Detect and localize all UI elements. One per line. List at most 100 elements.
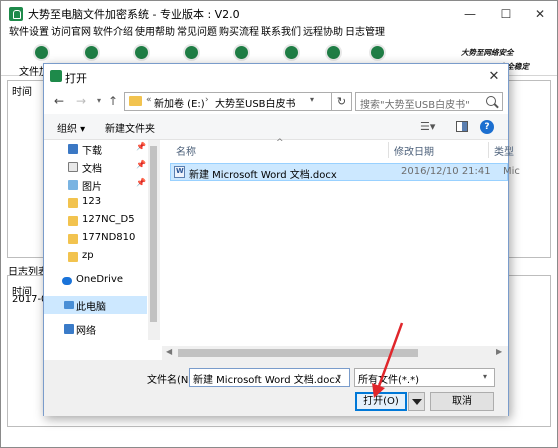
search-input[interactable]: 搜索"大势至USB白皮书" (355, 92, 503, 111)
column-header-type[interactable]: 类型 (494, 143, 514, 158)
back-arrow-icon[interactable]: ← (50, 92, 68, 110)
preview-pane-icon[interactable] (456, 121, 468, 132)
help-icon[interactable]: ? (480, 120, 494, 134)
computer-icon (64, 301, 74, 309)
tool-icon (233, 44, 250, 61)
dialog-command-bar: 组织 ▾ 新建文件夹 ☰▾ ? (44, 114, 508, 140)
filetype-chevron-icon[interactable]: ▾ (483, 372, 487, 381)
open-button[interactable]: 打开(O) (355, 392, 407, 411)
filename-history-chevron-icon[interactable]: ▾ (337, 372, 341, 381)
tool-icon (183, 44, 200, 61)
scroll-left-icon[interactable]: ◀ (166, 347, 172, 356)
pictures-icon (68, 180, 78, 190)
menubar: 软件设置 访问官网 软件介绍 使用帮助 常见问题 购买流程 联系我们 远程协助 … (1, 26, 557, 42)
dialog-footer: 文件名(N): 新建 Microsoft Word 文档.docx ▾ 所有文件… (44, 360, 508, 416)
nav-item-onedrive[interactable]: OneDrive (44, 272, 147, 290)
breadcrumb-overflow-icon[interactable]: « (146, 95, 152, 105)
file-list-horizontal-scrollbar[interactable]: ◀ ▶ (162, 346, 508, 360)
pin-icon[interactable]: 📌 (136, 178, 146, 187)
column-header-name[interactable]: 名称 (176, 143, 196, 158)
folder-icon (68, 198, 78, 208)
nav-item-label: zp (82, 250, 94, 261)
menu-help[interactable]: 使用帮助 (135, 26, 175, 40)
menu-purchase[interactable]: 购买流程 (219, 26, 259, 40)
cancel-button[interactable]: 取消 (430, 392, 494, 411)
nav-item-pictures[interactable]: 图片 📌 (44, 176, 147, 194)
folder-icon (68, 234, 78, 244)
nav-item-downloads[interactable]: 下载 📌 (44, 140, 147, 158)
maximize-icon[interactable]: ☐ (489, 1, 523, 27)
network-icon (64, 324, 74, 334)
forward-arrow-icon[interactable]: → (72, 92, 90, 110)
minimize-icon[interactable]: — (453, 1, 487, 27)
nav-item-folder-zp[interactable]: zp (44, 248, 147, 266)
nav-item-label: 123 (82, 196, 102, 207)
new-folder-button[interactable]: 新建文件夹 (105, 120, 155, 135)
breadcrumb-drive[interactable]: 新加卷 (E:) (154, 95, 205, 110)
refresh-icon[interactable]: ↻ (332, 92, 352, 111)
menu-faq[interactable]: 常见问题 (177, 26, 217, 40)
dialog-title: 打开 (65, 72, 87, 85)
filename-input[interactable]: 新建 Microsoft Word 文档.docx ▾ (189, 368, 350, 387)
dialog-navbar: ← → ▾ ↑ « 新加卷 (E:) › 大势至USB白皮书 ▾ ↻ 搜索"大势… (44, 90, 508, 114)
scroll-right-icon[interactable]: ▶ (496, 347, 502, 356)
tool-icon (83, 44, 100, 61)
nav-item-label: 177ND810 (82, 232, 136, 243)
menu-log-manage[interactable]: 日志管理 (345, 26, 385, 40)
navigation-pane-scroll-thumb[interactable] (150, 146, 157, 322)
change-view-icon[interactable]: ☰▾ (420, 120, 440, 134)
tool-icon (325, 44, 342, 61)
nav-item-folder-123[interactable]: 123 (44, 194, 147, 212)
breadcrumb-separator-icon[interactable]: › (205, 95, 209, 105)
nav-item-folder-127nc[interactable]: 127NC_D5 (44, 212, 147, 230)
cloud-icon (62, 277, 72, 285)
dialog-close-icon[interactable]: ✕ (484, 68, 504, 86)
dialog-app-icon (50, 70, 62, 82)
menu-remote-assist[interactable]: 远程协助 (303, 26, 343, 40)
file-name: 新建 Microsoft Word 文档.docx (189, 170, 337, 181)
file-type: Mic (503, 166, 520, 177)
file-list: 名称 ^ 修改日期 类型 新建 Microsoft Word 文档.docx 2… (162, 138, 520, 360)
app-titlebar: 大势至电脑文件加密系统 - 专业版本 : V2.0 — ☐ ✕ (1, 1, 557, 27)
navigation-pane: 下载 📌 文档 📌 图片 📌 123 127NC_D5 177ND810 zp … (44, 140, 147, 360)
column-divider[interactable] (388, 142, 389, 158)
word-document-icon (174, 166, 185, 178)
file-row-selected[interactable]: 新建 Microsoft Word 文档.docx 2016/12/10 21:… (170, 163, 520, 181)
address-bar[interactable]: « 新加卷 (E:) › 大势至USB白皮书 ▾ (124, 92, 332, 111)
up-arrow-icon[interactable]: ↑ (104, 92, 122, 110)
horizontal-scroll-thumb[interactable] (178, 349, 418, 357)
banner-line-1: 大势至网络安全 (461, 48, 514, 57)
close-icon[interactable]: ✕ (523, 1, 557, 27)
filetype-value: 所有文件(*.*) (358, 375, 419, 386)
column-divider[interactable] (488, 142, 489, 158)
menu-contact[interactable]: 联系我们 (261, 26, 301, 40)
open-file-dialog: 打开 ✕ ← → ▾ ↑ « 新加卷 (E:) › 大势至USB白皮书 ▾ ↻ … (43, 63, 520, 416)
nav-item-folder-177nd[interactable]: 177ND810 (44, 230, 147, 248)
folder-icon (68, 252, 78, 262)
breadcrumb-folder[interactable]: 大势至USB白皮书 (215, 95, 296, 110)
nav-item-label: 图片 (82, 182, 102, 193)
top-panel-time-header[interactable]: 时间 (12, 83, 32, 98)
nav-item-label: OneDrive (76, 274, 124, 285)
open-options-dropdown-button[interactable] (408, 392, 425, 411)
pin-icon[interactable]: 📌 (136, 160, 146, 169)
search-icon (486, 96, 496, 106)
address-history-chevron-icon[interactable]: ▾ (310, 95, 314, 104)
menu-software-settings[interactable]: 软件设置 (9, 26, 49, 40)
menu-software-intro[interactable]: 软件介绍 (93, 26, 133, 40)
organize-button[interactable]: 组织 ▾ (57, 120, 85, 135)
filename-value: 新建 Microsoft Word 文档.docx (193, 375, 341, 386)
nav-item-this-pc[interactable]: 此电脑 (44, 296, 147, 314)
nav-item-documents[interactable]: 文档 📌 (44, 158, 147, 176)
nav-item-network[interactable]: 网络 (44, 320, 147, 338)
pin-icon[interactable]: 📌 (136, 142, 146, 151)
column-header-modified[interactable]: 修改日期 (394, 143, 434, 158)
nav-item-label: 此电脑 (76, 302, 106, 313)
tool-icon (283, 44, 300, 61)
sort-ascending-icon: ^ (276, 138, 284, 148)
filetype-select[interactable]: 所有文件(*.*) ▾ (354, 368, 495, 387)
menu-official-site[interactable]: 访问官网 (51, 26, 91, 40)
dialog-body: 下载 📌 文档 📌 图片 📌 123 127NC_D5 177ND810 zp … (44, 138, 520, 360)
app-lock-icon (9, 7, 23, 21)
file-modified-date: 2016/12/10 21:41 (401, 166, 491, 177)
